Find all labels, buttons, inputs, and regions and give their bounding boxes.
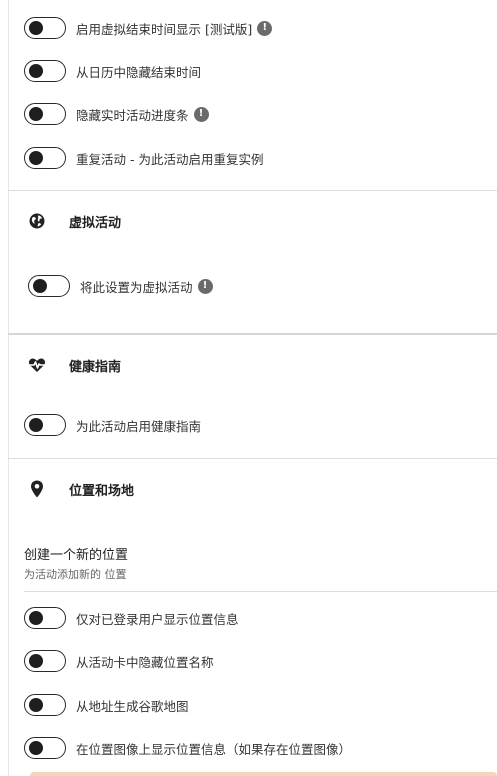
toggle-label: 为此活动启用健康指南 [76,418,202,434]
toggle-knob [29,741,43,755]
virtual-event-header: 虚拟活动 [28,211,121,231]
location-image-info-toggle[interactable] [24,737,66,759]
next-section-edge [30,772,497,776]
section-divider [8,333,497,335]
create-location-link[interactable]: 创建一个新的位置 [24,544,128,563]
health-guide-header: 健康指南 [28,355,121,375]
toggle-label: 在位置图像上显示位置信息（如果存在位置图像） [76,741,352,757]
health-guide-toggle[interactable] [24,414,66,436]
toggle-row-logged-in-only: 仅对已登录用户显示位置信息 [24,606,239,630]
toggle-label: 将此设置为虚拟活动 [80,279,193,295]
repeat-event-toggle[interactable] [24,147,66,169]
toggle-row-hide-progress: 隐藏实时活动进度条 ! [24,102,209,126]
hide-progress-bar-toggle[interactable] [24,103,66,125]
toggle-knob [29,21,43,35]
section-divider [8,190,497,191]
globe-icon [28,212,46,230]
toggle-knob [29,654,43,668]
toggle-knob [29,151,43,165]
toggle-label: 仅对已登录用户显示位置信息 [76,611,239,627]
section-divider [24,591,497,592]
toggle-knob [29,611,43,625]
toggle-row-hide-location-name: 从活动卡中隐藏位置名称 [24,649,214,673]
toggle-row-google-map: 从地址生成谷歌地图 [24,693,189,717]
toggle-knob [33,279,47,293]
hide-end-time-toggle[interactable] [24,60,66,82]
virtual-end-time-toggle[interactable] [24,17,66,39]
left-border [8,0,9,776]
toggle-label: 从活动卡中隐藏位置名称 [76,654,214,670]
info-icon[interactable]: ! [197,278,213,294]
toggle-knob [29,107,43,121]
toggle-row-health-guide: 为此活动启用健康指南 [24,413,201,437]
toggle-knob [29,698,43,712]
toggle-knob [29,64,43,78]
toggle-label: 隐藏实时活动进度条 [76,107,189,123]
virtual-event-toggle[interactable] [28,275,70,297]
toggle-label: 从日历中隐藏结束时间 [76,64,202,80]
section-title: 位置和场地 [69,483,135,499]
google-map-toggle[interactable] [24,694,66,716]
toggle-row-repeat-event: 重复活动 - 为此活动启用重复实例 [24,146,263,170]
toggle-row-virtual-end-time: 启用虚拟结束时间显示 [测试版] ! [24,16,273,40]
toggle-label: 重复活动 - 为此活动启用重复实例 [76,151,264,167]
toggle-row-virtual-event: 将此设置为虚拟活动 ! [28,274,213,298]
toggle-knob [29,418,43,432]
hide-location-name-toggle[interactable] [24,650,66,672]
section-title: 虚拟活动 [69,215,122,231]
info-icon[interactable]: ! [257,20,273,36]
section-divider [8,458,497,459]
location-header: 位置和场地 [28,479,134,499]
logged-in-location-toggle[interactable] [24,607,66,629]
map-pin-icon [28,480,46,498]
heartbeat-icon [28,356,46,374]
toggle-row-hide-end-time: 从日历中隐藏结束时间 [24,59,201,83]
toggle-label: 从地址生成谷歌地图 [76,698,189,714]
section-title: 健康指南 [69,359,122,375]
toggle-label: 启用虚拟结束时间显示 [测试版] [76,21,253,37]
info-icon[interactable]: ! [193,106,209,122]
create-location-subtitle: 为活动添加新的 位置 [24,568,127,581]
toggle-row-location-image-info: 在位置图像上显示位置信息（如果存在位置图像） [24,736,351,760]
